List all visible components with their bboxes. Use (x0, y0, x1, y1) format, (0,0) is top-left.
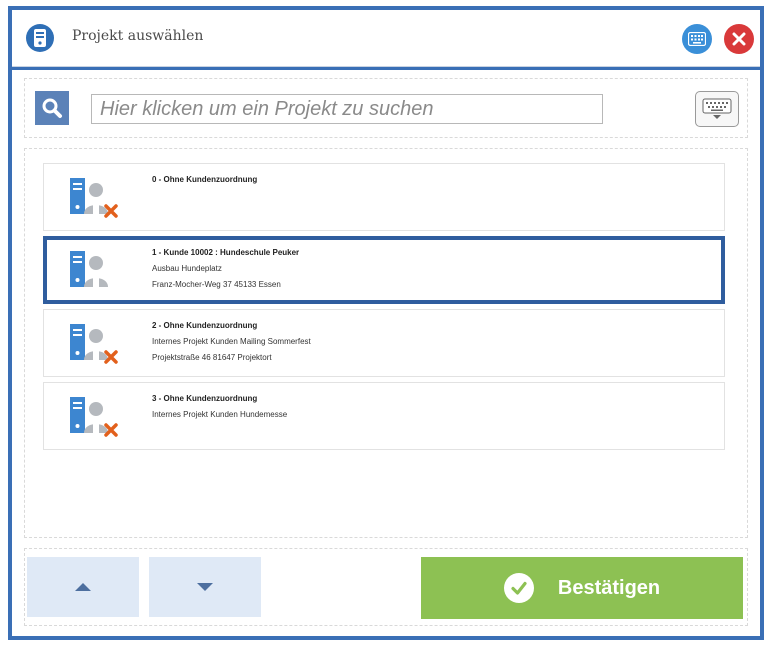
project-list: 0 - Ohne Kundenzuordnung 1 - Kunde 10002… (24, 148, 748, 538)
project-customer-icon (70, 251, 108, 287)
confirm-button[interactable]: Bestätigen (421, 557, 743, 619)
project-title: 3 - Ohne Kundenzuordnung (152, 394, 258, 403)
project-item-texts: 3 - Ohne Kundenzuordnung Internes Projek… (152, 393, 287, 421)
project-no-customer-icon (70, 397, 118, 437)
scroll-up-button[interactable] (27, 557, 139, 617)
project-no-customer-icon (70, 178, 118, 218)
project-list-item-2[interactable]: 2 - Ohne Kundenzuordnung Internes Projek… (43, 309, 725, 377)
project-list-item-0[interactable]: 0 - Ohne Kundenzuordnung (43, 163, 725, 231)
arrow-down-icon (197, 583, 213, 591)
project-item-texts: 1 - Kunde 10002 : Hundeschule Peuker Aus… (152, 247, 299, 291)
keyboard-icon (688, 32, 706, 46)
project-title: 1 - Kunde 10002 : Hundeschule Peuker (152, 248, 300, 257)
project-list-item-1[interactable]: 1 - Kunde 10002 : Hundeschule Peuker Aus… (43, 236, 725, 304)
project-description: Internes Projekt Kunden Mailing Sommerfe… (152, 337, 311, 346)
action-bar: Bestätigen (24, 548, 748, 626)
confirm-label: Bestätigen (557, 576, 661, 599)
title-bar: Projekt auswählen (12, 10, 760, 67)
search-icon[interactable] (35, 91, 69, 125)
project-title: 0 - Ohne Kundenzuordnung (152, 175, 258, 184)
keyboard-toggle-button[interactable] (682, 24, 712, 54)
project-item-texts: 2 - Ohne Kundenzuordnung Internes Projek… (152, 320, 311, 364)
project-title: 2 - Ohne Kundenzuordnung (152, 321, 258, 330)
on-screen-keyboard-button[interactable] (695, 91, 739, 127)
project-address: Projektstraße 46 81647 Projektort (152, 353, 272, 362)
close-button[interactable] (724, 24, 754, 54)
dialog-title: Projekt auswählen (72, 28, 204, 44)
project-no-customer-icon (70, 324, 118, 364)
project-item-texts: 0 - Ohne Kundenzuordnung (152, 174, 257, 186)
search-input[interactable] (91, 94, 603, 124)
scroll-down-button[interactable] (149, 557, 261, 617)
checkmark-icon (503, 573, 534, 603)
keyboard-icon (702, 98, 732, 119)
project-select-dialog: Projekt auswählen Hier klicken um ein Pr… (8, 6, 764, 640)
arrow-up-icon (75, 583, 91, 591)
project-app-icon (26, 24, 54, 52)
close-icon (732, 32, 746, 46)
project-address: Franz-Mocher-Weg 37 45133 Essen (152, 280, 281, 289)
project-list-item-3[interactable]: 3 - Ohne Kundenzuordnung Internes Projek… (43, 382, 725, 450)
project-description: Internes Projekt Kunden Hundemesse (152, 410, 288, 419)
project-description: Ausbau Hundeplatz (152, 264, 222, 273)
search-bar (24, 78, 748, 138)
dialog-content: 0 - Ohne Kundenzuordnung 1 - Kunde 10002… (12, 70, 760, 636)
